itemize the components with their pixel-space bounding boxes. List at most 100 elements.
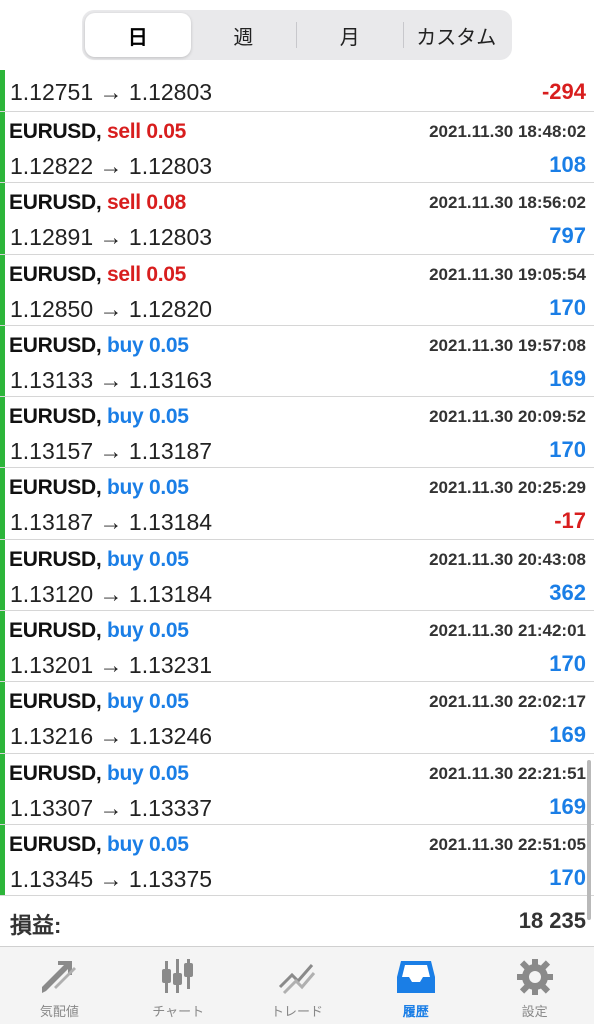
close-price: 1.12820 <box>128 295 213 322</box>
open-price: 1.12751 <box>10 79 94 105</box>
trade-row[interactable]: EURUSD, sell 0.05 2021.11.30 19:05:54 1.12… <box>0 254 594 326</box>
open-price: 1.12891 <box>10 224 94 251</box>
trade-row[interactable]: EURUSD, buy 0.05 2021.11.30 22:02:17 1.132… <box>0 682 594 754</box>
open-price: 1.13133 <box>10 366 94 393</box>
trade-time: 2021.11.30 22:51:05 <box>429 834 586 854</box>
trade-row[interactable]: EURUSD, buy 0.05 2021.11.30 21:42:01 1.132… <box>0 611 594 683</box>
trade-row[interactable]: EURUSD, sell 0.08 2021.11.30 18:56:02 1.12… <box>0 183 594 255</box>
trade-header: EURUSD, buy 0.05 <box>9 476 189 500</box>
trade-symbol: EURUSD, <box>9 120 102 143</box>
trade-prices: 1.12850 → 1.12820 <box>10 296 212 323</box>
trade-profit: 797 <box>549 223 586 249</box>
trade-profit: -17 <box>554 508 586 534</box>
scrollbar[interactable] <box>587 760 591 920</box>
open-price: 1.13187 <box>10 509 94 536</box>
trade-side: sell 0.08 <box>106 191 187 215</box>
trade-row[interactable]: EURUSD, buy 0.05 2021.11.30 20:43:08 1.131… <box>0 539 594 612</box>
trade-row[interactable]: 1.12751 → 1.12803 -294 <box>0 70 594 112</box>
trade-side: buy 0.05 <box>106 547 189 571</box>
trade-row[interactable]: EURUSD, buy 0.05 2021.11.30 22:21:51 1.133… <box>0 753 594 825</box>
trade-row[interactable]: EURUSD, sell 0.05 2021.11.30 18:48:02 1.12… <box>0 112 594 184</box>
period-header: 日 週 月 カスタム <box>0 0 594 70</box>
tab-chart-label: チャート <box>152 1004 205 1019</box>
tab-trade[interactable]: トレード <box>238 947 357 1024</box>
trade-prices: 1.13120 → 1.13184 <box>10 581 212 608</box>
tab-chart[interactable]: チャート <box>119 947 238 1024</box>
close-price: 1.13187 <box>128 438 213 465</box>
trade-header: EURUSD, sell 0.08 <box>9 191 186 215</box>
trade-row[interactable]: EURUSD, buy 0.05 2021.11.30 20:09:52 1.131… <box>0 397 594 469</box>
trade-profit: 362 <box>549 579 586 605</box>
open-price: 1.12822 <box>10 153 94 179</box>
trade-prices: 1.13307 → 1.13337 <box>10 795 212 822</box>
tab-history[interactable]: 履歴 <box>356 947 475 1024</box>
tab-custom[interactable]: カスタム <box>404 13 510 57</box>
trade-symbol: EURUSD, <box>9 690 102 714</box>
trade-header: EURUSD, buy 0.05 <box>9 548 189 572</box>
open-price: 1.13201 <box>10 652 94 679</box>
close-price: 1.13184 <box>128 580 213 607</box>
trade-symbol: EURUSD, <box>9 191 102 215</box>
trade-profit: 169 <box>549 365 586 391</box>
trade-side: sell 0.05 <box>106 262 187 286</box>
close-price: 1.13184 <box>128 509 213 536</box>
trade-time: 2021.11.30 22:21:51 <box>429 763 586 783</box>
open-price: 1.13120 <box>10 580 94 607</box>
close-price: 1.12803 <box>128 79 213 105</box>
trade-side: buy 0.05 <box>106 832 189 856</box>
close-price: 1.13337 <box>128 794 213 821</box>
arrow-icon: → <box>99 295 123 322</box>
tab-week[interactable]: 週 <box>191 13 297 57</box>
close-price: 1.13231 <box>128 652 213 679</box>
trade-time: 2021.11.30 20:25:29 <box>429 478 586 498</box>
trade-profit: 108 <box>549 152 586 177</box>
trade-header: EURUSD, buy 0.05 <box>9 405 189 429</box>
trade-row[interactable]: EURUSD, buy 0.05 2021.11.30 20:25:29 1.131… <box>0 468 594 540</box>
tab-history-label: 履歴 <box>402 1004 429 1019</box>
arrow-icon: → <box>99 865 123 892</box>
trade-prices: 1.13345 → 1.13375 <box>10 866 212 893</box>
bottom-tab-bar: 気配値 チャート トレード 履歴 設定 <box>0 946 594 1024</box>
close-price: 1.13375 <box>128 865 213 892</box>
arrow-icon: → <box>99 224 123 251</box>
arrow-icon: → <box>99 509 123 536</box>
quotes-icon <box>42 961 77 993</box>
trade-time: 2021.11.30 21:42:01 <box>429 621 586 641</box>
trade-time: 2021.11.30 18:48:02 <box>429 122 586 141</box>
trade-side: buy 0.05 <box>106 690 189 714</box>
trade-time: 2021.11.30 22:02:17 <box>429 692 586 712</box>
trade-time: 2021.11.30 18:56:02 <box>429 193 586 213</box>
open-price: 1.12850 <box>10 295 94 322</box>
trade-side: buy 0.05 <box>106 405 189 429</box>
trade-prices: 1.13187 → 1.13184 <box>10 509 212 536</box>
trade-header: EURUSD, buy 0.05 <box>9 619 189 643</box>
trade-side: sell 0.05 <box>106 120 187 143</box>
arrow-icon: → <box>99 79 123 105</box>
arrow-icon: → <box>99 366 123 393</box>
trade-symbol: EURUSD, <box>9 476 102 500</box>
trade-profit: -294 <box>541 79 586 104</box>
trade-history-list: 1.12751 → 1.12803 -294 EURUSD, sell 0.05 20… <box>0 70 594 897</box>
arrow-icon: → <box>99 438 123 465</box>
tab-month[interactable]: 月 <box>297 13 403 57</box>
tab-day[interactable]: 日 <box>85 13 191 57</box>
tab-quotes[interactable]: 気配値 <box>0 947 119 1024</box>
trade-icon <box>278 964 316 995</box>
chart-icon <box>162 959 194 993</box>
history-icon <box>396 961 435 993</box>
close-price: 1.12803 <box>128 224 213 251</box>
trade-time: 2021.11.30 19:57:08 <box>429 335 586 355</box>
trade-profit: 169 <box>549 793 586 819</box>
arrow-icon: → <box>99 580 123 607</box>
tab-quotes-label: 気配値 <box>39 1004 79 1019</box>
trade-row[interactable]: EURUSD, buy 0.05 2021.11.30 19:57:08 1.131… <box>0 325 594 398</box>
trade-prices: 1.13133 → 1.13163 <box>10 367 212 394</box>
arrow-icon: → <box>99 794 123 821</box>
tab-settings[interactable]: 設定 <box>475 947 594 1024</box>
open-price: 1.13157 <box>10 438 94 465</box>
open-price: 1.13345 <box>10 865 94 892</box>
trade-row[interactable]: EURUSD, buy 0.05 2021.11.30 22:51:05 1.133… <box>0 824 594 897</box>
trade-side: buy 0.05 <box>106 761 189 785</box>
settings-icon <box>516 959 553 995</box>
trade-prices: 1.13157 → 1.13187 <box>10 438 212 465</box>
